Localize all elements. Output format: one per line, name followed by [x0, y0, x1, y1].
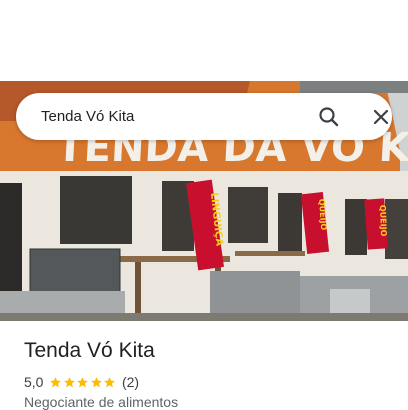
- banner-text-3: QUEIJO: [378, 205, 388, 237]
- star-icon: [64, 376, 75, 387]
- top-blank-area: [0, 0, 408, 81]
- place-info-panel: Tenda Vó Kita 5,0 (2) Negociante de alim…: [0, 321, 408, 410]
- star-icon: [77, 376, 89, 387]
- star-rating: [49, 376, 117, 389]
- rating-row: 5,0 (2): [24, 373, 139, 391]
- search-icon[interactable]: [315, 103, 343, 131]
- search-bar[interactable]: Tenda Vó Kita: [16, 93, 392, 140]
- rating-value: 5,0: [24, 374, 44, 390]
- review-count[interactable]: (2): [122, 374, 139, 390]
- place-category: Negociante de alimentos: [24, 394, 179, 410]
- search-input[interactable]: Tenda Vó Kita: [41, 93, 134, 140]
- star-icon: [50, 376, 62, 387]
- place-title: Tenda Vó Kita: [24, 339, 155, 362]
- star-icon: [91, 376, 102, 387]
- star-icon: [104, 376, 116, 387]
- close-icon[interactable]: [367, 103, 395, 131]
